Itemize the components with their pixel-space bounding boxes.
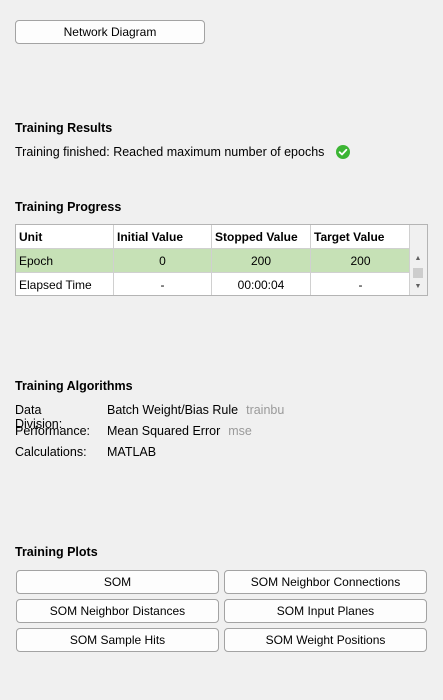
column-header-stopped-value[interactable]: Stopped Value <box>212 225 311 248</box>
algorithm-value: Batch Weight/Bias Rule trainbu <box>107 403 285 417</box>
som-weight-positions-button[interactable]: SOM Weight Positions <box>224 628 427 652</box>
algorithm-code: trainbu <box>246 403 285 417</box>
training-status: Training finished: Reached maximum numbe… <box>15 145 351 159</box>
table-row-epoch[interactable]: Epoch 0 200 200 <box>16 249 411 273</box>
table-scrollbar[interactable]: ▲ ▼ <box>409 225 427 295</box>
algorithm-value: MATLAB <box>107 445 157 459</box>
training-plots-title: Training Plots <box>15 545 98 559</box>
table-cell: 0 <box>114 249 212 272</box>
training-progress-table: Unit Initial Value Stopped Value Target … <box>15 224 428 296</box>
column-header-unit[interactable]: Unit <box>16 225 114 248</box>
scroll-thumb[interactable] <box>413 268 423 278</box>
column-header-target-value[interactable]: Target Value <box>311 225 411 248</box>
table-cell: Epoch <box>16 249 114 272</box>
check-circle-icon <box>336 145 351 159</box>
training-status-text: Training finished: Reached maximum numbe… <box>15 145 325 159</box>
algorithm-code: mse <box>228 424 252 438</box>
table-cell: 00:00:04 <box>212 273 311 295</box>
som-neighbor-connections-button[interactable]: SOM Neighbor Connections <box>224 570 427 594</box>
som-plot-button[interactable]: SOM <box>16 570 219 594</box>
som-neighbor-distances-button[interactable]: SOM Neighbor Distances <box>16 599 219 623</box>
algorithm-label: Performance: <box>15 424 91 438</box>
table-cell: Elapsed Time <box>16 273 114 295</box>
scroll-down-arrow-icon[interactable]: ▼ <box>410 279 426 293</box>
scroll-up-arrow-icon[interactable]: ▲ <box>410 251 426 265</box>
table-cell: 200 <box>212 249 311 272</box>
table-cell: - <box>311 273 411 295</box>
network-diagram-button[interactable]: Network Diagram <box>15 20 205 44</box>
algorithm-value: Mean Squared Error mse <box>107 424 252 438</box>
table-cell: - <box>114 273 212 295</box>
som-sample-hits-button[interactable]: SOM Sample Hits <box>16 628 219 652</box>
table-cell: 200 <box>311 249 411 272</box>
table-row-elapsed-time[interactable]: Elapsed Time - 00:00:04 - <box>16 273 411 295</box>
column-header-initial-value[interactable]: Initial Value <box>114 225 212 248</box>
som-input-planes-button[interactable]: SOM Input Planes <box>224 599 427 623</box>
training-progress-title: Training Progress <box>15 200 122 214</box>
training-algorithms-title: Training Algorithms <box>15 379 133 393</box>
algorithm-label: Calculations: <box>15 445 87 459</box>
table-header-row: Unit Initial Value Stopped Value Target … <box>16 225 411 249</box>
training-results-title: Training Results <box>15 121 113 135</box>
